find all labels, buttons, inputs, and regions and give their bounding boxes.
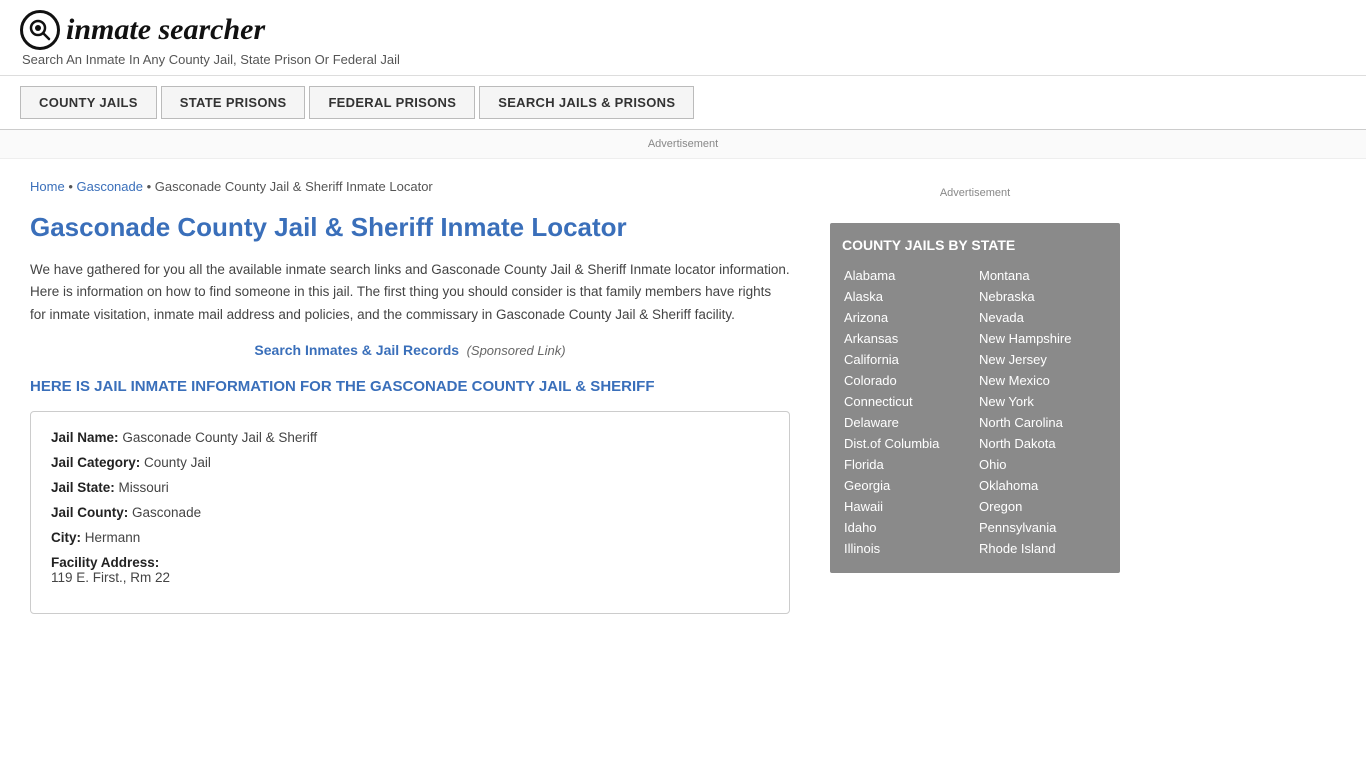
- jail-county-label: Jail County:: [51, 505, 128, 520]
- page-description: We have gathered for you all the availab…: [30, 259, 790, 326]
- state-link[interactable]: Alaska: [842, 286, 973, 307]
- jail-state-label: Jail State:: [51, 480, 115, 495]
- nav-search-jails-prisons[interactable]: SEARCH JAILS & PRISONS: [479, 86, 694, 119]
- logo-area: inmate searcher: [20, 10, 1346, 50]
- nav-federal-prisons[interactable]: FEDERAL PRISONS: [309, 86, 475, 119]
- state-link[interactable]: California: [842, 349, 973, 370]
- state-link[interactable]: Oklahoma: [977, 475, 1108, 496]
- main-layout: Home • Gasconade • Gasconade County Jail…: [0, 159, 1366, 634]
- breadcrumb-current: Gasconade County Jail & Sheriff Inmate L…: [155, 179, 433, 194]
- jail-name-value: Gasconade County Jail & Sheriff: [122, 430, 317, 445]
- jail-category-value: County Jail: [144, 455, 211, 470]
- breadcrumb-home[interactable]: Home: [30, 179, 65, 194]
- state-link[interactable]: Hawaii: [842, 496, 973, 517]
- jail-county-value: Gasconade: [132, 505, 201, 520]
- state-link[interactable]: Arkansas: [842, 328, 973, 349]
- state-link[interactable]: Colorado: [842, 370, 973, 391]
- page-title: Gasconade County Jail & Sheriff Inmate L…: [30, 212, 790, 243]
- state-link[interactable]: Illinois: [842, 538, 973, 559]
- state-link[interactable]: New Jersey: [977, 349, 1108, 370]
- state-link[interactable]: Pennsylvania: [977, 517, 1108, 538]
- jail-category-label: Jail Category:: [51, 455, 140, 470]
- jail-state-row: Jail State: Missouri: [51, 480, 769, 495]
- jail-address-label: Facility Address:: [51, 555, 159, 570]
- state-link[interactable]: Ohio: [977, 454, 1108, 475]
- state-grid: AlabamaAlaskaArizonaArkansasCaliforniaCo…: [842, 265, 1108, 559]
- state-link[interactable]: Arizona: [842, 307, 973, 328]
- breadcrumb-parent[interactable]: Gasconade: [76, 179, 143, 194]
- sidebar-ad: Advertisement: [830, 179, 1120, 207]
- jail-name-label: Jail Name:: [51, 430, 119, 445]
- sponsored-label: (Sponsored Link): [463, 343, 566, 358]
- breadcrumb: Home • Gasconade • Gasconade County Jail…: [30, 179, 790, 194]
- logo-icon: [20, 10, 60, 50]
- state-link[interactable]: Nebraska: [977, 286, 1108, 307]
- state-box-title: COUNTY JAILS BY STATE: [842, 237, 1108, 253]
- state-link[interactable]: Georgia: [842, 475, 973, 496]
- state-link[interactable]: Oregon: [977, 496, 1108, 517]
- nav-list: COUNTY JAILS STATE PRISONS FEDERAL PRISO…: [20, 86, 1346, 119]
- sponsored-link-area: Search Inmates & Jail Records (Sponsored…: [30, 342, 790, 358]
- jail-state-value: Missouri: [119, 480, 169, 495]
- nav-state-prisons[interactable]: STATE PRISONS: [161, 86, 306, 119]
- jail-category-row: Jail Category: County Jail: [51, 455, 769, 470]
- site-tagline: Search An Inmate In Any County Jail, Sta…: [22, 52, 1346, 67]
- state-link[interactable]: Montana: [977, 265, 1108, 286]
- navigation: COUNTY JAILS STATE PRISONS FEDERAL PRISO…: [0, 76, 1366, 130]
- main-content: Home • Gasconade • Gasconade County Jail…: [0, 159, 820, 634]
- state-link[interactable]: New York: [977, 391, 1108, 412]
- ad-bar-top: Advertisement: [0, 130, 1366, 159]
- breadcrumb-sep2: •: [147, 179, 155, 194]
- state-link[interactable]: North Dakota: [977, 433, 1108, 454]
- site-logo-text: inmate searcher: [66, 13, 265, 47]
- state-link[interactable]: New Hampshire: [977, 328, 1108, 349]
- sidebar: Advertisement COUNTY JAILS BY STATE Alab…: [820, 159, 1130, 634]
- jail-city-label: City:: [51, 530, 81, 545]
- state-link[interactable]: Rhode Island: [977, 538, 1108, 559]
- jail-name-row: Jail Name: Gasconade County Jail & Sheri…: [51, 430, 769, 445]
- state-link[interactable]: Connecticut: [842, 391, 973, 412]
- jail-address-row: Facility Address: 119 E. First., Rm 22: [51, 555, 769, 585]
- state-link[interactable]: Nevada: [977, 307, 1108, 328]
- state-link[interactable]: Delaware: [842, 412, 973, 433]
- nav-county-jails[interactable]: COUNTY JAILS: [20, 86, 157, 119]
- state-link[interactable]: Florida: [842, 454, 973, 475]
- state-link[interactable]: Idaho: [842, 517, 973, 538]
- state-link[interactable]: New Mexico: [977, 370, 1108, 391]
- state-col1: AlabamaAlaskaArizonaArkansasCaliforniaCo…: [842, 265, 973, 559]
- sponsored-link[interactable]: Search Inmates & Jail Records: [254, 342, 459, 358]
- state-col2: MontanaNebraskaNevadaNew HampshireNew Je…: [977, 265, 1108, 559]
- site-header: inmate searcher Search An Inmate In Any …: [0, 0, 1366, 76]
- section-heading: HERE IS JAIL INMATE INFORMATION FOR THE …: [30, 378, 790, 395]
- jail-info-box: Jail Name: Gasconade County Jail & Sheri…: [30, 411, 790, 614]
- state-link[interactable]: Dist.of Columbia: [842, 433, 973, 454]
- state-link[interactable]: Alabama: [842, 265, 973, 286]
- jail-city-row: City: Hermann: [51, 530, 769, 545]
- state-box: COUNTY JAILS BY STATE AlabamaAlaskaArizo…: [830, 223, 1120, 573]
- jail-address-value: 119 E. First., Rm 22: [51, 570, 769, 585]
- jail-city-value: Hermann: [85, 530, 141, 545]
- jail-county-row: Jail County: Gasconade: [51, 505, 769, 520]
- state-link[interactable]: North Carolina: [977, 412, 1108, 433]
